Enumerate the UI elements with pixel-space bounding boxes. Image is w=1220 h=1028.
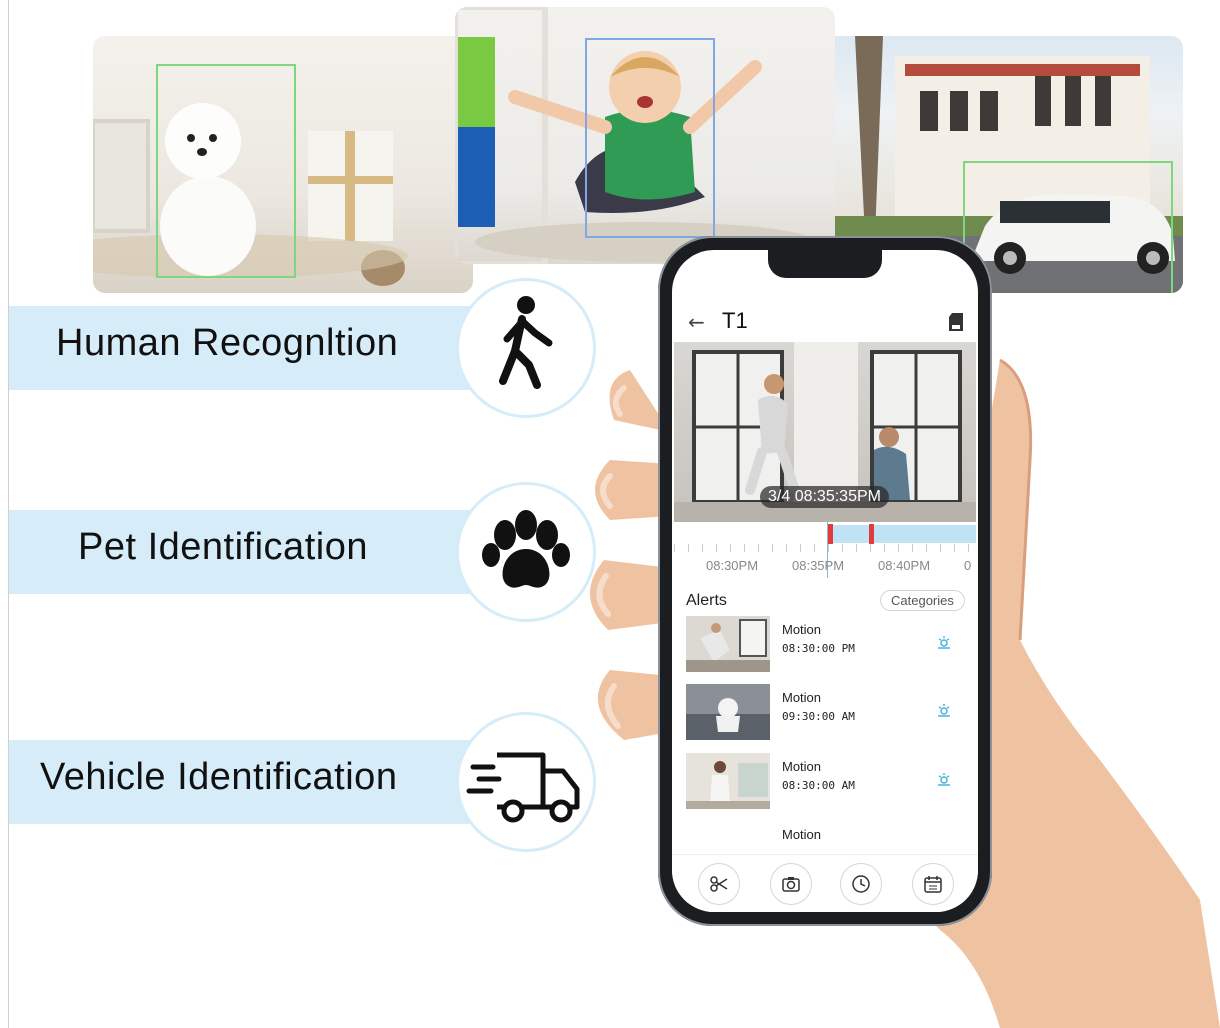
feature-circle-pet — [456, 482, 596, 622]
video-timestamp: 3/4 08:35:35PM — [760, 486, 889, 508]
alert-time: 08:30:00 AM — [782, 779, 855, 792]
alert-item[interactable]: Motion 08:30:00 AM — [686, 753, 966, 811]
bottom-toolbar — [672, 854, 978, 912]
playback-timeline[interactable]: 08:30PM 08:35PM 08:40PM 0 — [674, 522, 976, 578]
alert-item[interactable]: Motion 09:30:00 AM — [686, 684, 966, 742]
clock-icon — [852, 875, 870, 893]
feature-label-vehicle: Vehicle Identification — [40, 756, 398, 798]
delivery-truck-icon — [466, 752, 580, 823]
motion-sensor-icon — [938, 704, 950, 717]
child-photo — [455, 7, 835, 264]
timeline-ticks — [674, 544, 976, 552]
clip-button[interactable] — [698, 863, 740, 905]
smartphone: ← T1 3/4 08:35:35PM 08:30PM 08:35PM 08:4… — [658, 236, 992, 926]
back-arrow-icon[interactable]: ← — [688, 310, 705, 334]
timeline-label: 08:35PM — [792, 558, 845, 573]
alert-type: Motion — [782, 759, 822, 774]
history-button[interactable] — [840, 863, 882, 905]
sd-card-icon[interactable] — [948, 312, 964, 332]
event-marker[interactable] — [869, 524, 874, 544]
live-video-view[interactable]: 3/4 08:35:35PM — [674, 342, 976, 522]
feature-label-pet: Pet Identification — [78, 526, 368, 568]
feature-circle-vehicle — [456, 712, 596, 852]
phone-notch — [768, 250, 882, 278]
pet-detection-box — [156, 64, 296, 278]
paw-icon — [482, 510, 570, 588]
alert-thumbnail — [686, 753, 770, 809]
timeline-label: 0 — [964, 558, 972, 573]
alert-type: Motion — [782, 622, 822, 637]
event-marker[interactable] — [828, 524, 833, 544]
walking-person-icon — [499, 296, 553, 389]
alert-type: Motion — [782, 690, 822, 705]
alerts-heading: Alerts — [686, 592, 727, 609]
motion-sensor-icon — [938, 773, 950, 786]
camera-title: T1 — [722, 308, 748, 333]
calendar-button[interactable] — [912, 863, 954, 905]
feature-label-human: Human Recognltion — [56, 322, 399, 364]
camera-icon — [782, 877, 800, 892]
alert-time: 09:30:00 AM — [782, 710, 855, 723]
timeline-label: 08:30PM — [706, 558, 759, 573]
snapshot-button[interactable] — [770, 863, 812, 905]
motion-sensor-icon — [938, 636, 950, 649]
alert-type: Motion — [782, 827, 822, 842]
alert-item[interactable]: Motion 08:30:00 PM — [686, 616, 966, 674]
alert-time: 08:30:00 PM — [782, 642, 855, 655]
scissors-icon — [710, 876, 728, 892]
phone-screen: ← T1 3/4 08:35:35PM 08:30PM 08:35PM 08:4… — [672, 250, 978, 912]
alert-thumbnail — [686, 616, 770, 672]
timeline-label: 08:40PM — [878, 558, 931, 573]
feature-circle-human — [456, 278, 596, 418]
dog-photo — [93, 36, 473, 293]
categories-button[interactable]: Categories — [880, 590, 965, 611]
vehicle-detection-box — [963, 161, 1173, 293]
calendar-icon — [924, 876, 942, 893]
recording-segment — [830, 525, 976, 543]
alert-thumbnail — [686, 684, 770, 740]
app-bar: ← T1 — [672, 306, 978, 342]
human-detection-box — [585, 38, 715, 238]
